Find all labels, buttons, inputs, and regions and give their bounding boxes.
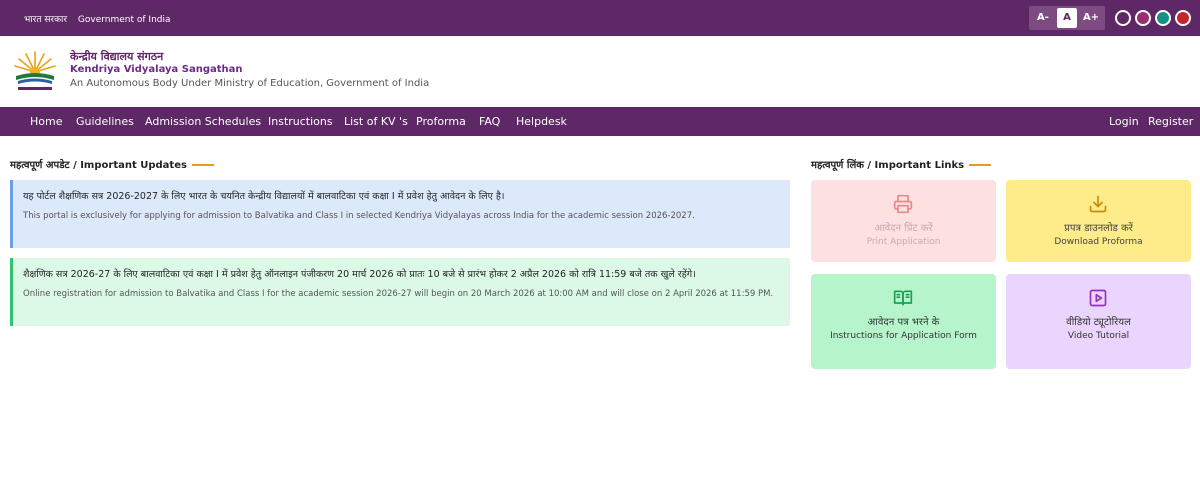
application-instructions-card[interactable]: आवेदन पत्र भरने के Instructions for Appl… bbox=[811, 274, 996, 369]
update-text-english: This portal is exclusively for applying … bbox=[23, 211, 695, 221]
card-label-hindi: आवेदन प्रिंट करें bbox=[874, 223, 933, 234]
title-underline bbox=[191, 164, 214, 166]
download-icon bbox=[1089, 195, 1107, 213]
font-size-controls: A- A A+ bbox=[1029, 6, 1105, 30]
brand-title-english: Kendriya Vidyalaya Sangathan bbox=[70, 64, 243, 75]
card-label-english: Instructions for Application Form bbox=[830, 331, 977, 341]
links-title-text: महत्वपूर्ण लिंक / Important Links bbox=[811, 160, 965, 171]
title-underline bbox=[969, 164, 992, 166]
update-text-hindi: यह पोर्टल शैक्षणिक सत्र 2026-2027 के लिए… bbox=[23, 191, 505, 202]
nav-faq[interactable]: FAQ bbox=[479, 115, 500, 128]
brand-subtitle: An Autonomous Body Under Ministry of Edu… bbox=[70, 78, 430, 89]
update-text-english: Online registration for admission to Bal… bbox=[23, 289, 774, 299]
main-nav: Home Guidelines Admission Schedules Inst… bbox=[0, 107, 1200, 136]
nav-helpdesk[interactable]: Helpdesk bbox=[516, 115, 567, 128]
nav-list-of-kvs[interactable]: List of KV 's bbox=[344, 115, 408, 128]
updates-title-text: महत्वपूर्ण अपडेट / Important Updates bbox=[10, 160, 187, 171]
card-label-english: Download Proforma bbox=[1054, 237, 1143, 247]
nav-guidelines[interactable]: Guidelines bbox=[76, 115, 134, 128]
update-text-hindi: शैक्षणिक सत्र 2026-27 के लिए बालवाटिका ए… bbox=[23, 269, 696, 280]
font-decrease-button[interactable]: A- bbox=[1033, 8, 1053, 28]
video-tutorial-card[interactable]: वीडियो ट्यूटोरियल Video Tutorial bbox=[1006, 274, 1191, 369]
nav-home[interactable]: Home bbox=[30, 115, 62, 128]
gov-english-label: Government of India bbox=[77, 15, 171, 25]
updates-section-title: महत्वपूर्ण अपडेट / Important Updates bbox=[10, 157, 214, 171]
update-card: शैक्षणिक सत्र 2026-27 के लिए बालवाटिका ए… bbox=[10, 258, 790, 326]
video-play-icon bbox=[1089, 289, 1107, 307]
card-label-english: Print Application bbox=[866, 237, 941, 247]
login-link[interactable]: Login bbox=[1109, 115, 1139, 128]
theme-default-button[interactable] bbox=[1115, 10, 1131, 26]
nav-admission-schedules[interactable]: Admission Schedules bbox=[145, 115, 261, 128]
print-application-card[interactable]: आवेदन प्रिंट करें Print Application bbox=[811, 180, 996, 262]
card-label-hindi: प्रपत्र डाउनलोड करें bbox=[1064, 223, 1133, 234]
theme-red-button[interactable] bbox=[1175, 10, 1191, 26]
update-card: यह पोर्टल शैक्षणिक सत्र 2026-2027 के लिए… bbox=[10, 180, 790, 248]
government-label: भारत सरकार Government of India bbox=[24, 12, 179, 25]
font-normal-button[interactable]: A bbox=[1057, 8, 1077, 28]
card-label-hindi: वीडियो ट्यूटोरियल bbox=[1066, 317, 1131, 328]
top-strip: भारत सरकार Government of India A- A A+ bbox=[0, 0, 1200, 36]
theme-magenta-button[interactable] bbox=[1135, 10, 1151, 26]
printer-icon bbox=[893, 194, 913, 214]
register-link[interactable]: Register bbox=[1148, 115, 1193, 128]
nav-instructions[interactable]: Instructions bbox=[268, 115, 333, 128]
brand-title-hindi: केन्द्रीय विद्यालय संगठन bbox=[70, 50, 164, 63]
nav-proforma[interactable]: Proforma bbox=[416, 115, 466, 128]
card-label-hindi: आवेदन पत्र भरने के bbox=[867, 317, 940, 328]
download-proforma-card[interactable]: प्रपत्र डाउनलोड करें Download Proforma bbox=[1006, 180, 1191, 262]
links-section-title: महत्वपूर्ण लिंक / Important Links bbox=[811, 157, 992, 171]
kvs-logo-icon[interactable] bbox=[10, 46, 60, 96]
site-header: केन्द्रीय विद्यालय संगठन Kendriya Vidyal… bbox=[0, 36, 1200, 107]
gov-hindi-label: भारत सरकार bbox=[24, 15, 68, 25]
book-open-icon bbox=[893, 290, 913, 306]
card-label-english: Video Tutorial bbox=[1067, 331, 1130, 341]
font-increase-button[interactable]: A+ bbox=[1081, 8, 1101, 28]
theme-teal-button[interactable] bbox=[1155, 10, 1171, 26]
